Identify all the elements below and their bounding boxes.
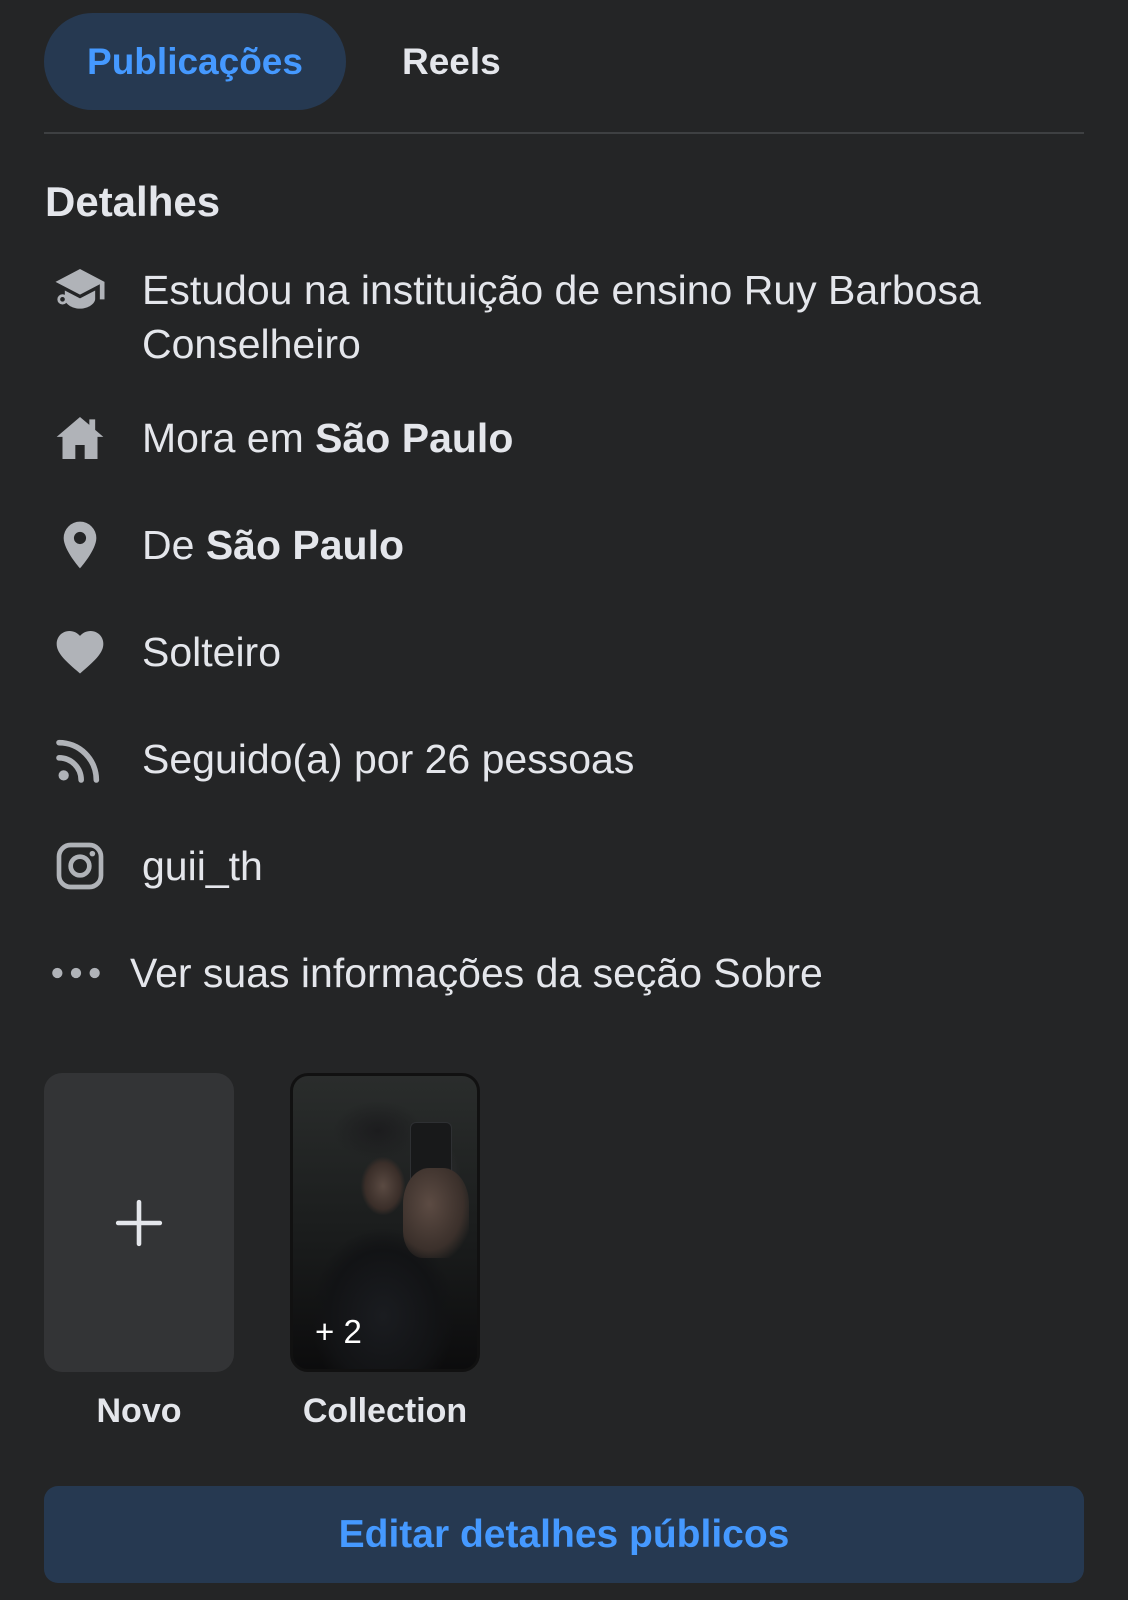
lives-in-text: Mora em São Paulo xyxy=(142,411,1084,465)
graduation-cap-icon xyxy=(44,263,122,317)
followers-text: Seguido(a) por 26 pessoas xyxy=(142,736,635,782)
tab-reels[interactable]: Reels xyxy=(402,13,501,110)
from-text: De São Paulo xyxy=(142,518,1084,572)
tabs-divider xyxy=(44,132,1084,134)
tab-publicacoes[interactable]: Publicações xyxy=(44,13,346,110)
see-about-text: Ver suas informações da seção Sobre xyxy=(130,950,823,996)
relationship-text: Solteiro xyxy=(142,629,282,675)
ellipsis-icon xyxy=(44,946,112,1000)
new-featured-card[interactable] xyxy=(44,1073,234,1372)
detail-followers[interactable]: Seguido(a) por 26 pessoas xyxy=(44,732,1084,786)
lives-in-city: São Paulo xyxy=(315,415,514,461)
education-text: Estudou na instituição de ensino Ruy Bar… xyxy=(142,267,981,367)
collection-card[interactable]: + 2 xyxy=(290,1073,480,1372)
collection-label: Collection xyxy=(302,1392,468,1430)
detail-relationship[interactable]: Solteiro xyxy=(44,625,1084,679)
detail-instagram[interactable]: guii_th xyxy=(44,839,1084,893)
featured-new[interactable]: Novo xyxy=(44,1073,234,1431)
instagram-icon xyxy=(44,839,122,893)
collection-count: + 2 xyxy=(315,1313,362,1350)
detail-see-about[interactable]: Ver suas informações da seção Sobre xyxy=(44,946,1084,1000)
house-icon xyxy=(44,411,122,465)
instagram-text: guii_th xyxy=(142,843,263,889)
detail-lives-in[interactable]: Mora em São Paulo xyxy=(44,411,1084,465)
collection-photo-hand xyxy=(403,1168,469,1258)
heart-icon xyxy=(44,625,122,679)
featured-collection[interactable]: + 2 Collection xyxy=(290,1073,480,1431)
detail-from[interactable]: De São Paulo xyxy=(44,518,1084,572)
from-city: São Paulo xyxy=(205,522,405,568)
details-title: Detalhes xyxy=(45,178,221,225)
plus-icon xyxy=(115,1199,163,1246)
profile-tabs: Publicações Reels xyxy=(44,13,501,110)
detail-education[interactable]: Estudou na instituição de ensino Ruy Bar… xyxy=(44,263,1084,371)
location-pin-icon xyxy=(44,518,122,572)
edit-public-details-button[interactable]: Editar detalhes públicos xyxy=(44,1486,1084,1583)
lives-in-prefix: Mora em xyxy=(142,415,316,461)
featured-section: Novo + 2 Collection xyxy=(44,1073,536,1431)
rss-feed-icon xyxy=(44,732,122,786)
from-prefix: De xyxy=(142,522,206,568)
new-featured-label: Novo xyxy=(96,1392,182,1430)
profile-details-page: Publicações Reels Detalhes Estudou na in… xyxy=(0,0,1128,1600)
